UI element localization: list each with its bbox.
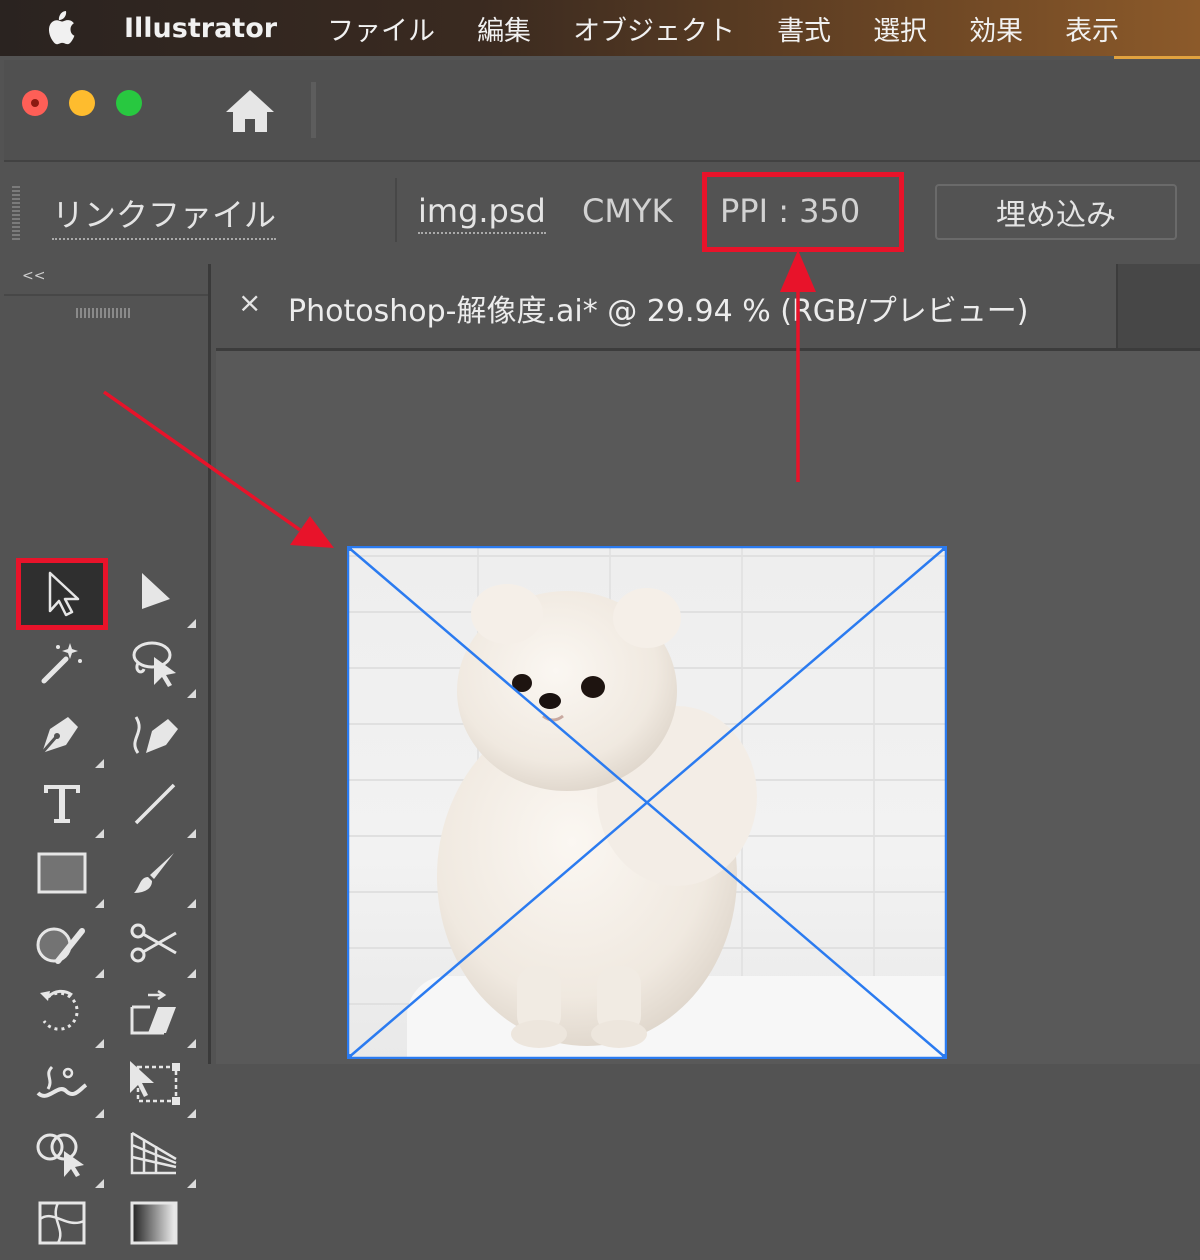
tools-panel-grip[interactable] — [76, 308, 132, 318]
shaper-icon — [34, 919, 90, 971]
magic-wand-icon — [38, 639, 86, 691]
title-bar — [4, 60, 1200, 162]
artboard-canvas[interactable] — [216, 351, 1200, 1064]
tools-panel-header-divider — [4, 294, 208, 296]
embed-button[interactable]: 埋め込み — [935, 184, 1177, 240]
rotate-icon — [36, 987, 88, 1043]
lasso-icon — [128, 639, 180, 691]
tool-flyout-indicator — [187, 899, 196, 908]
rectangle-icon — [36, 850, 88, 900]
tool-flyout-indicator — [187, 1109, 196, 1118]
menu-select[interactable]: 選択 — [873, 9, 927, 48]
menu-view[interactable]: 表示 — [1065, 9, 1119, 48]
menu-type[interactable]: 書式 — [777, 9, 831, 48]
pen-icon — [38, 709, 86, 761]
tool-flyout-indicator — [187, 619, 196, 628]
control-bar-divider — [395, 178, 397, 242]
rectangle-tool[interactable] — [18, 840, 106, 910]
close-window-button[interactable] — [22, 90, 48, 116]
tools-panel: << — [4, 264, 211, 1245]
tool-flyout-indicator — [95, 1109, 104, 1118]
tool-flyout-indicator — [187, 1179, 196, 1188]
titlebar-divider — [311, 82, 316, 138]
curvature-pen-icon — [126, 709, 182, 761]
minimize-window-button[interactable] — [69, 90, 95, 116]
width-tool[interactable] — [18, 1050, 106, 1120]
document-tab-strip: × Photoshop-解像度.ai* @ 29.94 % (RGB/プレビュー… — [216, 264, 1200, 351]
tool-flyout-indicator — [95, 759, 104, 768]
pen-tool[interactable] — [18, 700, 106, 770]
mesh-tool[interactable] — [18, 1190, 106, 1260]
zoom-window-button[interactable] — [116, 90, 142, 116]
scale-tool[interactable] — [110, 980, 198, 1050]
type-tool[interactable] — [18, 770, 106, 840]
paintbrush-tool[interactable] — [110, 840, 198, 910]
gradient-icon — [128, 1199, 180, 1251]
tool-flyout-indicator — [187, 1039, 196, 1048]
menu-active-indicator — [1114, 56, 1200, 59]
line-segment-tool[interactable] — [110, 770, 198, 840]
type-icon — [40, 779, 84, 831]
line-icon — [130, 779, 178, 831]
mesh-icon — [36, 1199, 88, 1251]
perspective-grid-icon — [128, 1129, 180, 1181]
control-bar-grip[interactable] — [12, 184, 20, 240]
placed-image-bounding-box[interactable] — [347, 546, 947, 1059]
tool-flyout-indicator — [95, 899, 104, 908]
document-area: × Photoshop-解像度.ai* @ 29.94 % (RGB/プレビュー… — [216, 264, 1200, 1064]
perspective-grid-tool[interactable] — [110, 1120, 198, 1190]
tool-flyout-indicator — [95, 1179, 104, 1188]
lasso-tool[interactable] — [110, 630, 198, 700]
scale-icon — [128, 989, 180, 1041]
linked-filename[interactable]: img.psd — [418, 192, 546, 234]
selection-tool-highlight-box — [16, 558, 108, 630]
document-tab[interactable]: × Photoshop-解像度.ai* @ 29.94 % (RGB/プレビュー… — [216, 264, 1118, 348]
menu-object[interactable]: オブジェクト — [573, 9, 735, 48]
gradient-tool[interactable] — [110, 1190, 198, 1260]
menu-edit[interactable]: 編集 — [477, 9, 531, 48]
app-window: リンクファイル img.psd CMYK PPI : 350 埋め込み << ×… — [4, 60, 1200, 1245]
brush-icon — [130, 849, 178, 901]
menu-effect[interactable]: 効果 — [969, 9, 1023, 48]
menu-file[interactable]: ファイル — [327, 9, 435, 48]
control-bar: リンクファイル img.psd CMYK PPI : 350 埋め込み — [4, 162, 1200, 260]
collapse-panel-button[interactable]: << — [22, 268, 45, 284]
arrow-filled-icon — [134, 569, 174, 621]
menu-app-illustrator[interactable]: Illustrator — [124, 13, 277, 44]
ppi-highlight-box — [702, 172, 904, 252]
color-mode-label: CMYK — [582, 192, 673, 230]
tool-flyout-indicator — [95, 1039, 104, 1048]
tool-flyout-indicator — [187, 969, 196, 978]
free-transform-tool[interactable] — [110, 1050, 198, 1120]
scissors-icon — [128, 919, 180, 971]
home-icon[interactable] — [222, 86, 278, 136]
curvature-tool[interactable] — [110, 700, 198, 770]
scissors-tool[interactable] — [110, 910, 198, 980]
document-tab-title[interactable]: Photoshop-解像度.ai* @ 29.94 % (RGB/プレビュー) — [288, 286, 1028, 330]
menu-bar: Illustrator ファイル 編集 オブジェクト 書式 選択 効果 表示 — [0, 0, 1200, 59]
tool-flyout-indicator — [187, 689, 196, 698]
free-transform-icon — [126, 1059, 182, 1111]
shaper-tool[interactable] — [18, 910, 106, 980]
width-icon — [34, 1059, 90, 1111]
rotate-tool[interactable] — [18, 980, 106, 1050]
tool-flyout-indicator — [187, 829, 196, 838]
tab-close-button[interactable]: × — [238, 286, 261, 319]
tool-flyout-indicator — [95, 829, 104, 838]
linked-file-label[interactable]: リンクファイル — [52, 190, 277, 240]
tool-flyout-indicator — [95, 969, 104, 978]
shape-builder-icon — [34, 1129, 90, 1181]
shape-builder-tool[interactable] — [18, 1120, 106, 1190]
magic-wand-tool[interactable] — [18, 630, 106, 700]
direct-selection-tool[interactable] — [110, 560, 198, 630]
apple-menu-icon[interactable] — [40, 0, 80, 56]
